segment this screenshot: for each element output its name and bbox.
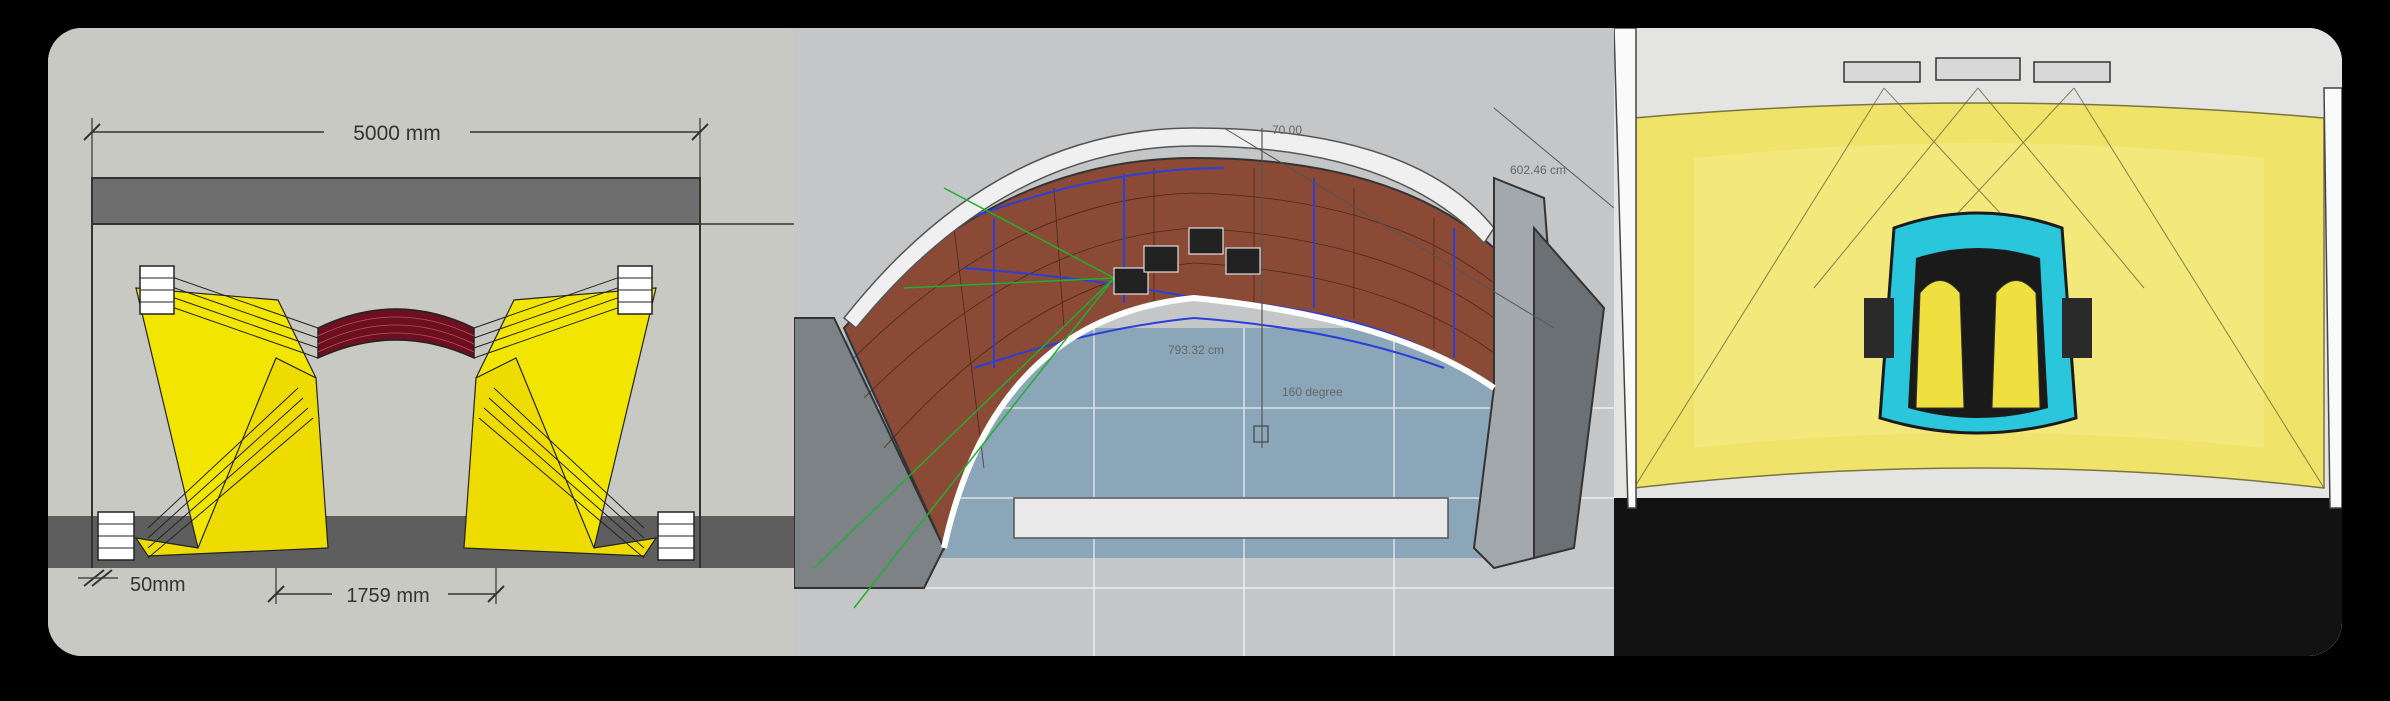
front-elevation-drawing: 5000 mm 50mm 1759 mm [48,28,794,656]
angle-measure-label: 160 degree [1282,385,1343,399]
projector-bottom-right-icon [657,511,695,561]
room-3d-drawing: 70.00 602.46 cm 793.32 cm 160 degree [794,28,1614,656]
width-measure-label: 793.32 cm [1168,343,1224,357]
projector-left-icon [1843,61,1921,83]
figure-frame: 5000 mm 50mm 1759 mm 70.00 602.46 cm 793… [48,28,2342,656]
seat-left [1915,280,1965,409]
seat-right [1991,280,2041,409]
width-dimension-label: 5000 mm [353,122,441,145]
cabin-floor [1614,498,2342,656]
top-beam [91,177,701,225]
bench [1013,497,1449,539]
projector-top-left-icon [139,265,175,315]
depth-measure-label: 602.46 cm [1510,163,1566,177]
projector-1-icon [1113,267,1149,295]
projector-top-right-icon [617,265,653,315]
figure-stage: 5000 mm 50mm 1759 mm 70.00 602.46 cm 793… [0,0,2390,701]
panel-cabin-render [1614,28,2342,656]
gap-dimension-label: 1759 mm [346,585,429,607]
projector-center-icon [1935,57,2021,81]
projector-4-icon [1225,247,1261,275]
projector-right-icon [2033,61,2111,83]
offset-dimension-label: 50mm [130,574,186,596]
projector-bottom-left-icon [97,511,135,561]
projector-2-icon [1143,245,1179,273]
cabin-side-right [2062,298,2092,358]
projector-3-icon [1188,227,1224,255]
cabin-render-drawing [1614,28,2342,656]
cabin-side-left [1864,298,1894,358]
height-measure-label: 70.00 [1272,123,1302,137]
panel-3d-room: 70.00 602.46 cm 793.32 cm 160 degree [794,28,1614,656]
panel-front-elevation: 5000 mm 50mm 1759 mm [48,28,794,656]
